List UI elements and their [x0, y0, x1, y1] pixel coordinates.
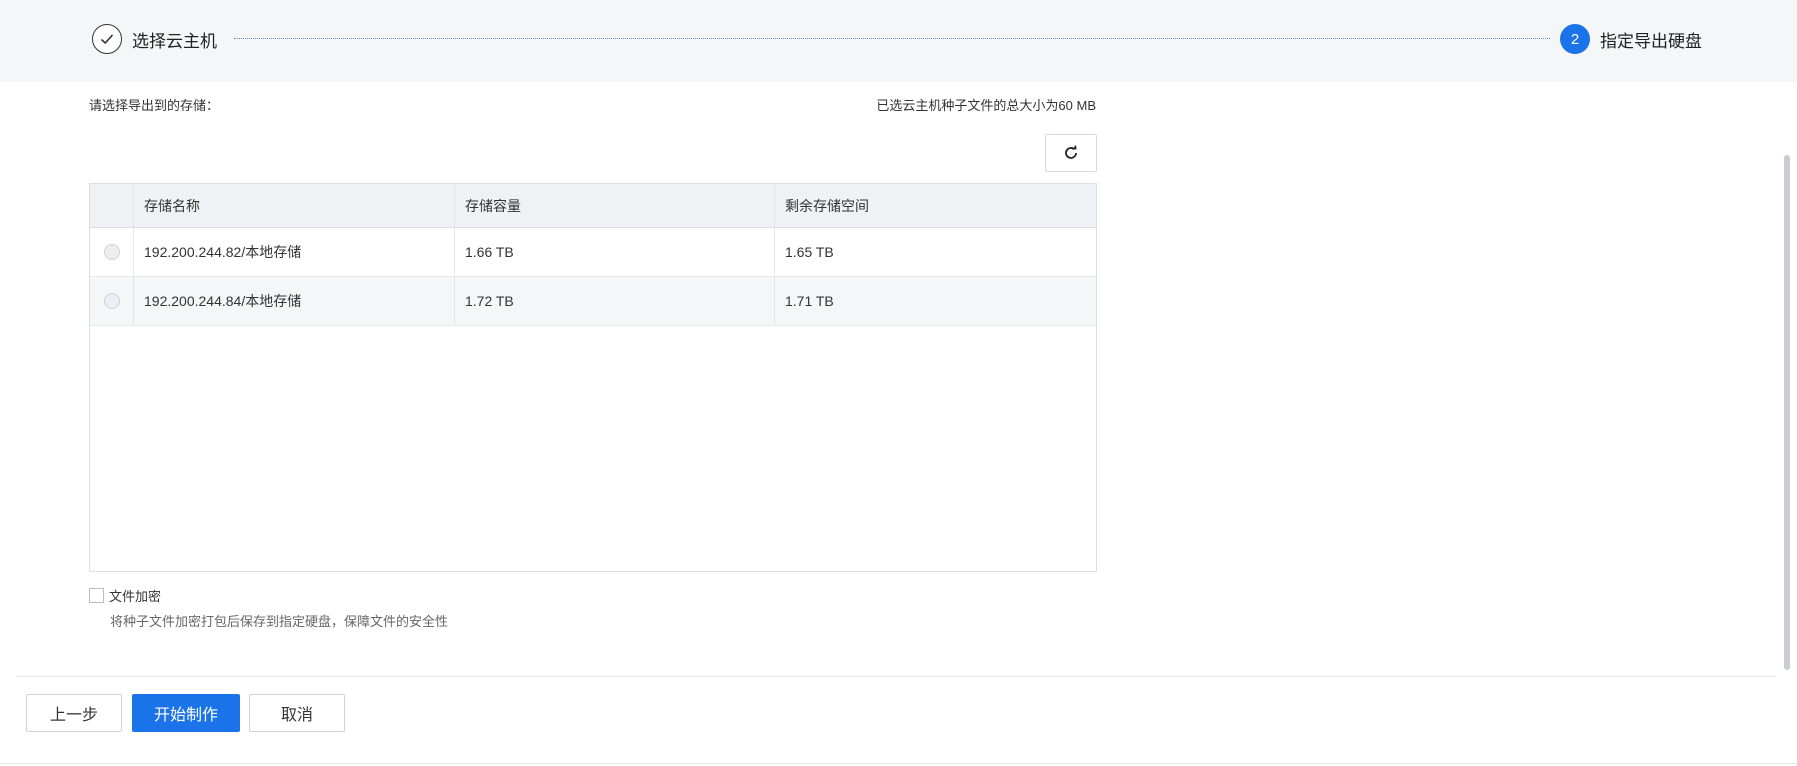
- storage-table: 存储名称 存储容量 剩余存储空间 192.200.244.82/本地存储 1.6…: [89, 183, 1097, 572]
- row-radio-cell: [90, 277, 134, 325]
- column-header: 存储名称: [134, 184, 455, 227]
- start-button[interactable]: 开始制作: [132, 694, 240, 732]
- storage-name: 192.200.244.84/本地存储: [134, 277, 455, 325]
- storage-capacity: 1.66 TB: [455, 228, 775, 276]
- table-row[interactable]: 192.200.244.84/本地存储 1.72 TB 1.71 TB: [90, 277, 1096, 326]
- refresh-icon: [1065, 145, 1077, 159]
- step-label: 指定导出硬盘: [1600, 31, 1702, 51]
- encrypt-label[interactable]: 文件加密: [109, 586, 161, 605]
- row-radio-cell: [90, 228, 134, 276]
- encrypt-checkbox[interactable]: [89, 588, 104, 603]
- bottom-divider: [0, 763, 1797, 764]
- table-header: 存储名称 存储容量 剩余存储空间: [90, 184, 1096, 228]
- row-radio[interactable]: [103, 293, 120, 309]
- column-header: 存储容量: [455, 184, 775, 227]
- refresh-button[interactable]: [1045, 134, 1097, 172]
- storage-free: 1.71 TB: [785, 293, 834, 309]
- table-row[interactable]: 192.200.244.82/本地存储 1.66 TB 1.65 TB: [90, 228, 1096, 277]
- encrypt-hint: 将种子文件加密打包后保存到指定硬盘，保障文件的安全性: [110, 614, 449, 629]
- step-label: 选择云主机: [132, 31, 217, 51]
- step-number: 2: [1560, 24, 1590, 54]
- storage-capacity: 1.72 TB: [455, 277, 775, 325]
- cancel-button[interactable]: 取消: [249, 694, 345, 732]
- storage-prompt: 请选择导出到的存储：: [89, 98, 220, 113]
- storage-free: 1.65 TB: [785, 244, 834, 260]
- row-radio[interactable]: [103, 244, 120, 260]
- total-size-info: 已选云主机种子文件的总大小为60 MB: [876, 98, 1096, 113]
- step-select-host: 选择云主机: [92, 24, 217, 54]
- header-select-col: [90, 184, 134, 227]
- column-header: 剩余存储空间: [785, 197, 869, 214]
- footer-divider: [16, 676, 1776, 677]
- encrypt-option: 文件加密: [89, 586, 161, 605]
- steps-bar: 选择云主机 2 指定导出硬盘: [0, 0, 1797, 82]
- step-connector: [234, 38, 1550, 39]
- prev-step-button[interactable]: 上一步: [26, 694, 122, 732]
- export-dialog: 选择云主机 2 指定导出硬盘 请选择导出到的存储： 已选云主机种子文件的总大小为…: [0, 0, 1797, 766]
- storage-name: 192.200.244.82/本地存储: [134, 228, 455, 276]
- check-icon: [92, 24, 122, 54]
- step-export-disk: 2 指定导出硬盘: [1560, 24, 1702, 54]
- scrollbar[interactable]: [1784, 155, 1790, 670]
